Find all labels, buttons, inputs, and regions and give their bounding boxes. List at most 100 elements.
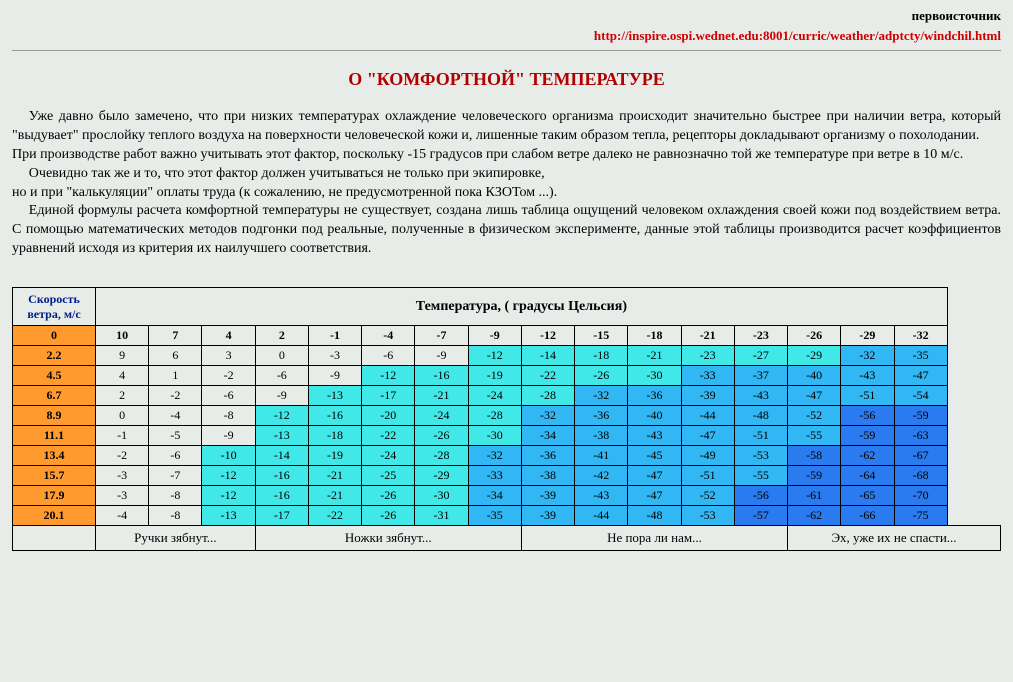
value-cell: -45 bbox=[628, 445, 681, 465]
value-cell: -21 bbox=[415, 385, 468, 405]
value-cell: -62 bbox=[841, 445, 894, 465]
value-cell: -19 bbox=[308, 445, 361, 465]
table-row: 4.541-2-6-9-12-16-19-22-26-30-33-37-40-4… bbox=[13, 365, 1001, 385]
table-row: 010742-1-4-7-9-12-15-18-21-23-26-29-32 bbox=[13, 325, 1001, 345]
value-cell: -21 bbox=[681, 325, 734, 345]
paragraph: но и при "калькуляции" оплаты труда (к с… bbox=[12, 184, 1001, 203]
value-cell: -17 bbox=[362, 385, 415, 405]
wind-cell: 17.9 bbox=[13, 485, 96, 505]
value-cell: -59 bbox=[841, 425, 894, 445]
value-cell: -24 bbox=[415, 405, 468, 425]
wind-cell: 20.1 bbox=[13, 505, 96, 525]
value-cell: -51 bbox=[841, 385, 894, 405]
table-row: 20.1-4-8-13-17-22-26-31-35-39-44-48-53-5… bbox=[13, 505, 1001, 525]
wind-cell: 0 bbox=[13, 325, 96, 345]
value-cell: -75 bbox=[894, 505, 947, 525]
value-cell: 4 bbox=[202, 325, 255, 345]
value-cell: -53 bbox=[734, 445, 787, 465]
value-cell: 4 bbox=[96, 365, 149, 385]
table-row: 11.1-1-5-9-13-18-22-26-30-34-38-43-47-51… bbox=[13, 425, 1001, 445]
value-cell: -19 bbox=[468, 365, 521, 385]
value-cell: -12 bbox=[521, 325, 574, 345]
value-cell: -18 bbox=[575, 345, 628, 365]
table-row: 13.4-2-6-10-14-19-24-28-32-36-41-45-49-5… bbox=[13, 445, 1001, 465]
value-cell: -47 bbox=[628, 485, 681, 505]
value-cell: -64 bbox=[841, 465, 894, 485]
value-cell: -43 bbox=[628, 425, 681, 445]
value-cell: -16 bbox=[415, 365, 468, 385]
value-cell: -10 bbox=[202, 445, 255, 465]
value-cell: -55 bbox=[788, 425, 841, 445]
value-cell: -51 bbox=[681, 465, 734, 485]
value-cell: -40 bbox=[628, 405, 681, 425]
value-cell: -67 bbox=[894, 445, 947, 465]
value-cell: -47 bbox=[628, 465, 681, 485]
footer-cell: Ножки зябнут... bbox=[255, 525, 521, 550]
value-cell: -63 bbox=[894, 425, 947, 445]
value-cell: -14 bbox=[521, 345, 574, 365]
table-row: 8.90-4-8-12-16-20-24-28-32-36-40-44-48-5… bbox=[13, 405, 1001, 425]
value-cell: -8 bbox=[202, 405, 255, 425]
value-cell: -36 bbox=[521, 445, 574, 465]
value-cell: -43 bbox=[575, 485, 628, 505]
table-row: 17.9-3-8-12-16-21-26-30-34-39-43-47-52-5… bbox=[13, 485, 1001, 505]
value-cell: -62 bbox=[788, 505, 841, 525]
windchill-table: Скорость ветра, м/с Температура, ( граду… bbox=[12, 287, 1001, 551]
table-row: 6.72-2-6-9-13-17-21-24-28-32-36-39-43-47… bbox=[13, 385, 1001, 405]
source-label: первоисточник bbox=[12, 8, 1001, 24]
value-cell: -29 bbox=[415, 465, 468, 485]
value-cell: -54 bbox=[894, 385, 947, 405]
value-cell: -38 bbox=[521, 465, 574, 485]
value-cell: -44 bbox=[575, 505, 628, 525]
value-cell: -9 bbox=[468, 325, 521, 345]
value-cell: -22 bbox=[308, 505, 361, 525]
wind-cell: 11.1 bbox=[13, 425, 96, 445]
value-cell: -70 bbox=[894, 485, 947, 505]
value-cell: -48 bbox=[734, 405, 787, 425]
value-cell: -44 bbox=[681, 405, 734, 425]
value-cell: -48 bbox=[628, 505, 681, 525]
value-cell: -28 bbox=[415, 445, 468, 465]
value-cell: -8 bbox=[149, 485, 202, 505]
value-cell: -59 bbox=[894, 405, 947, 425]
value-cell: -12 bbox=[202, 465, 255, 485]
value-cell: -4 bbox=[362, 325, 415, 345]
table-row: 2.29630-3-6-9-12-14-18-21-23-27-29-32-35 bbox=[13, 345, 1001, 365]
value-cell: -42 bbox=[575, 465, 628, 485]
wind-cell: 4.5 bbox=[13, 365, 96, 385]
value-cell: -18 bbox=[308, 425, 361, 445]
value-cell: -51 bbox=[734, 425, 787, 445]
value-cell: -26 bbox=[788, 325, 841, 345]
value-cell: -7 bbox=[149, 465, 202, 485]
value-cell: -36 bbox=[628, 385, 681, 405]
value-cell: -6 bbox=[202, 385, 255, 405]
source-link[interactable]: http://inspire.ospi.wednet.edu:8001/curr… bbox=[594, 28, 1001, 43]
value-cell: -23 bbox=[734, 325, 787, 345]
paragraph: Единой формулы расчета комфортной темпер… bbox=[12, 202, 1001, 259]
value-cell: -4 bbox=[96, 505, 149, 525]
table-row: 15.7-3-7-12-16-21-25-29-33-38-42-47-51-5… bbox=[13, 465, 1001, 485]
paragraph: При производстве работ важно учитывать э… bbox=[12, 146, 1001, 165]
value-cell: -33 bbox=[468, 465, 521, 485]
value-cell: -56 bbox=[734, 485, 787, 505]
value-cell: -15 bbox=[575, 325, 628, 345]
value-cell: 6 bbox=[149, 345, 202, 365]
paragraph: Уже давно было замечено, что при низких … bbox=[12, 108, 1001, 146]
value-cell: -26 bbox=[362, 485, 415, 505]
value-cell: -61 bbox=[788, 485, 841, 505]
value-cell: -6 bbox=[362, 345, 415, 365]
value-cell: -35 bbox=[468, 505, 521, 525]
value-cell: -32 bbox=[521, 405, 574, 425]
value-cell: -22 bbox=[362, 425, 415, 445]
value-cell: -49 bbox=[681, 445, 734, 465]
value-cell: -39 bbox=[681, 385, 734, 405]
value-cell: -66 bbox=[841, 505, 894, 525]
value-cell: -13 bbox=[202, 505, 255, 525]
value-cell: -65 bbox=[841, 485, 894, 505]
value-cell: -23 bbox=[681, 345, 734, 365]
value-cell: -25 bbox=[362, 465, 415, 485]
value-cell: 9 bbox=[96, 345, 149, 365]
value-cell: -21 bbox=[308, 465, 361, 485]
value-cell: -41 bbox=[575, 445, 628, 465]
value-cell: -52 bbox=[788, 405, 841, 425]
